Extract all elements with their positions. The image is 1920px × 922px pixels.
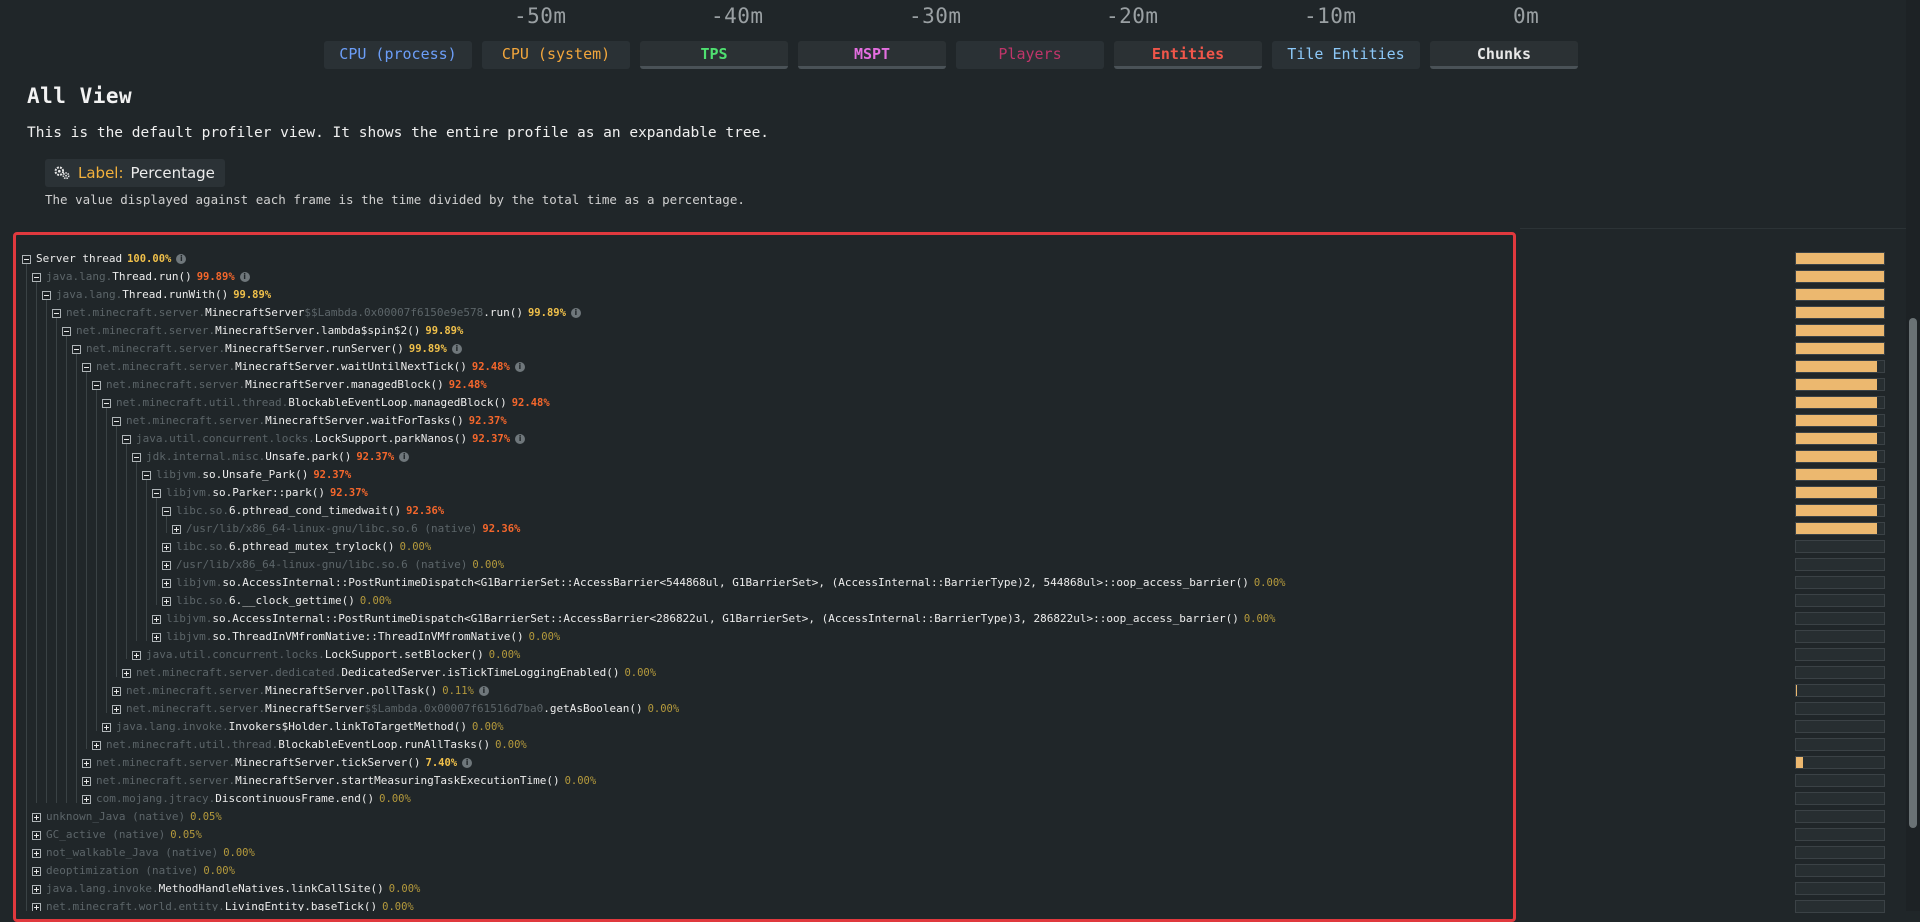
percentage-bar (1795, 468, 1885, 481)
percentage-bar (1795, 792, 1885, 805)
metric-toggle-entities[interactable]: Entities (1114, 41, 1262, 69)
metric-toggle-label: MSPT (853, 45, 891, 63)
metric-toggle-label: Players (998, 45, 1062, 63)
percentage-bar-fill (1796, 271, 1884, 282)
percentage-bar-fill (1796, 343, 1884, 354)
percentage-bar (1795, 450, 1885, 463)
metric-toggle-label: CPU (process) (339, 45, 457, 63)
percentage-bar-fill (1796, 253, 1884, 264)
timeline-axis: -50m -40m -30m -20m -10m 0m (0, 4, 1920, 34)
percentage-bar (1795, 864, 1885, 877)
percentage-bar (1795, 360, 1885, 373)
label-note: The value displayed against each frame i… (45, 192, 745, 207)
metric-toggle-chunks[interactable]: Chunks (1430, 41, 1578, 69)
metric-toggle-label: TPS (700, 45, 728, 63)
percentage-bar-fill (1796, 307, 1884, 318)
percentage-bar-fill (1796, 469, 1878, 480)
percentage-bar (1795, 342, 1885, 355)
percentage-bar (1795, 558, 1885, 571)
view-title: All View (27, 84, 133, 108)
percentage-bar (1795, 720, 1885, 733)
percentage-bar-fill (1796, 757, 1803, 768)
percentage-bar (1795, 576, 1885, 589)
percentage-bar-fill (1796, 523, 1878, 534)
timeline-label: -30m (909, 4, 962, 28)
gears-icon (54, 166, 70, 180)
percentage-bar (1795, 288, 1885, 301)
percentage-bar (1795, 774, 1885, 787)
metric-toggle-mspt[interactable]: MSPT (798, 41, 946, 69)
percentage-bar-fill (1796, 415, 1878, 426)
percentage-bar (1795, 504, 1885, 517)
percentage-bar-fill (1796, 451, 1878, 462)
vertical-scrollbar[interactable] (1906, 0, 1920, 911)
percentage-bar (1795, 738, 1885, 751)
percentage-bar (1795, 414, 1885, 427)
percentage-bar (1795, 270, 1885, 283)
percentage-bar-fill (1796, 325, 1884, 336)
percentage-bar (1795, 378, 1885, 391)
percentage-bar (1795, 900, 1885, 913)
percentage-bar (1795, 846, 1885, 859)
timeline-label: -40m (711, 4, 764, 28)
percentage-bar (1795, 522, 1885, 535)
percentage-bar (1795, 828, 1885, 841)
metric-toggle-bar: CPU (process) CPU (system) TPS MSPT Players E… (324, 41, 1578, 69)
percentage-bar (1795, 630, 1885, 643)
percentage-bar (1795, 810, 1885, 823)
timeline-label: -20m (1106, 4, 1159, 28)
percentage-bar (1795, 756, 1885, 769)
metric-toggle-label: Tile Entities (1287, 45, 1405, 63)
percentage-bar (1795, 324, 1885, 337)
percentage-bar (1795, 306, 1885, 319)
timeline-label: -50m (514, 4, 567, 28)
percentage-bar (1795, 396, 1885, 409)
highlight-box (13, 232, 1516, 922)
metric-toggle-label: Entities (1151, 45, 1225, 63)
percentage-bar-fill (1796, 505, 1878, 516)
percentage-bar-fill (1796, 433, 1878, 444)
percentage-bar (1795, 648, 1885, 661)
percentage-bar (1795, 486, 1885, 499)
percentage-bar (1795, 432, 1885, 445)
metric-toggle-tile-entities[interactable]: Tile Entities (1272, 41, 1420, 69)
metric-toggle-players[interactable]: Players (956, 41, 1104, 69)
percentage-bar (1795, 666, 1885, 679)
metric-toggle-cpu-process[interactable]: CPU (process) (324, 41, 472, 69)
percentage-bar (1795, 702, 1885, 715)
metric-toggle-tps[interactable]: TPS (640, 41, 788, 69)
metric-toggle-cpu-system[interactable]: CPU (system) (482, 41, 630, 69)
metric-toggle-label: Chunks (1476, 45, 1532, 63)
timeline-label: 0m (1513, 4, 1540, 28)
label-mode-selector[interactable]: Label: Percentage (45, 159, 225, 187)
percentage-bar-fill (1796, 379, 1878, 390)
metric-toggle-label: CPU (system) (501, 45, 611, 63)
percentage-bar (1795, 252, 1885, 265)
label-value: Percentage (130, 164, 215, 182)
divider (1520, 228, 1920, 229)
percentage-bar-fill (1796, 685, 1798, 696)
percentage-bar-fill (1796, 487, 1878, 498)
percentage-bar (1795, 540, 1885, 553)
label-key: Label: (78, 164, 124, 182)
percentage-bar-fill (1796, 397, 1878, 408)
view-description: This is the default profiler view. It sh… (27, 125, 770, 141)
scrollbar-thumb[interactable] (1909, 318, 1917, 828)
percentage-bar (1795, 882, 1885, 895)
percentage-bar-fill (1796, 289, 1884, 300)
timeline-label: -10m (1304, 4, 1357, 28)
percentage-bar-fill (1796, 361, 1878, 372)
percentage-bar (1795, 612, 1885, 625)
percentage-bar (1795, 594, 1885, 607)
percentage-bar (1795, 684, 1885, 697)
